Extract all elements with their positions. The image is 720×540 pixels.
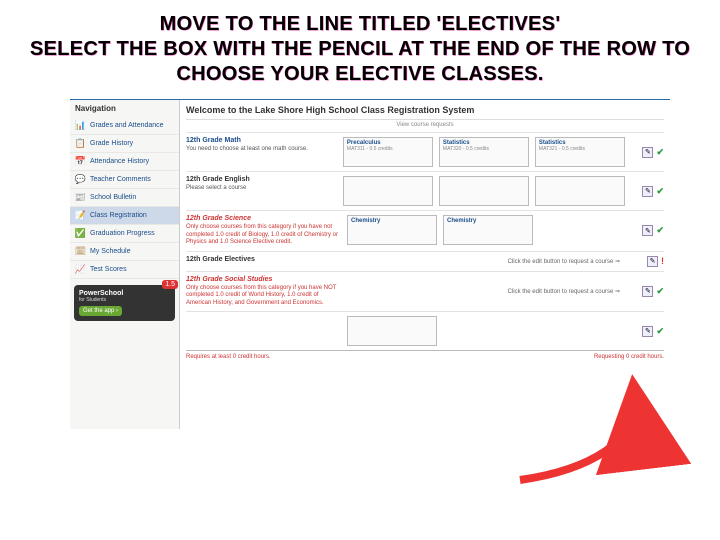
row-math: 12th Grade MathYou need to choose at lea… <box>186 132 664 171</box>
app-promo[interactable]: 1.5 PowerSchool for Students Get the app… <box>74 285 175 321</box>
nav-title: Navigation <box>70 100 179 117</box>
row-title: 12th Grade Math <box>186 137 337 144</box>
promo-sub: for Students <box>79 297 170 303</box>
status-check-icon: ✔ <box>656 225 664 236</box>
edit-button[interactable]: ✎ <box>642 186 653 197</box>
course-slot: PrecalculusMAT311 - 0.5 credits <box>343 137 433 167</box>
course-slot <box>347 316 437 346</box>
sidebar-item-attendance[interactable]: 📅Attendance History <box>70 153 179 171</box>
powerschool-screenshot: Navigation 📊Grades and Attendance 📋Grade… <box>70 99 670 429</box>
sidebar-item-registration[interactable]: 📝Class Registration <box>70 207 179 225</box>
sidebar-item-comments[interactable]: 💬Teacher Comments <box>70 171 179 189</box>
status-check-icon: ✔ <box>656 326 664 337</box>
row-social-studies: 12th Grade Social StudiesOnly choose cou… <box>186 271 664 312</box>
heading-line2: SELECT THE BOX WITH THE PENCIL AT THE EN… <box>30 38 690 85</box>
heading-line1: MOVE TO THE LINE TITLED 'ELECTIVES' <box>160 13 561 35</box>
promo-get-app-button[interactable]: Get the app › <box>79 306 122 316</box>
sidebar-item-bulletin[interactable]: 📰School Bulletin <box>70 189 179 207</box>
sidebar-item-grades[interactable]: 📊Grades and Attendance <box>70 117 179 135</box>
status-check-icon: ✔ <box>656 186 664 197</box>
edit-button[interactable]: ✎ <box>642 326 653 337</box>
course-slot <box>535 176 625 206</box>
course-slot <box>343 176 433 206</box>
edit-button[interactable]: ✎ <box>642 147 653 158</box>
sidebar: Navigation 📊Grades and Attendance 📋Grade… <box>70 100 180 429</box>
row-science: 12th Grade ScienceOnly choose courses fr… <box>186 210 664 251</box>
edit-button[interactable]: ✎ <box>642 225 653 236</box>
sidebar-item-grade-history[interactable]: 📋Grade History <box>70 135 179 153</box>
row-extra: ✎✔ <box>186 311 664 350</box>
page-title: Welcome to the Lake Shore High School Cl… <box>186 103 664 120</box>
page-subtitle: View course requests <box>186 120 664 132</box>
main-panel: Welcome to the Lake Shore High School Cl… <box>180 100 670 429</box>
edit-button[interactable]: ✎ <box>642 286 653 297</box>
course-slot: StatisticsMAT321 - 0.5 credits <box>535 137 625 167</box>
promo-badge: 1.5 <box>162 280 178 289</box>
sidebar-item-scores[interactable]: 📈Test Scores <box>70 261 179 279</box>
course-slot: Chemistry <box>347 215 437 245</box>
row-electives: 12th Grade Electives Click the edit butt… <box>186 251 664 271</box>
status-check-icon: ✔ <box>656 147 664 158</box>
sidebar-item-schedule[interactable]: 🗓My Schedule <box>70 243 179 261</box>
news-icon: 📰 <box>75 192 86 203</box>
row-english: 12th Grade EnglishPlease select a course… <box>186 171 664 210</box>
instruction-heading: MOVE TO THE LINE TITLED 'ELECTIVES' SELE… <box>0 0 720 95</box>
check-icon: ✅ <box>75 228 86 239</box>
course-slot: StatisticsMAT320 - 0.5 credits <box>439 137 529 167</box>
schedule-icon: 🗓 <box>75 246 86 257</box>
requirements-footer: Requires at least 0 credit hours. Reques… <box>186 350 664 360</box>
edit-hint: Click the edit button to request a cours… <box>347 256 624 267</box>
calendar-icon: 📅 <box>75 156 86 167</box>
graph-icon: 📈 <box>75 264 86 275</box>
status-check-icon: ✔ <box>656 286 664 297</box>
sidebar-item-graduation[interactable]: ✅Graduation Progress <box>70 225 179 243</box>
chart-icon: 📊 <box>75 120 86 131</box>
status-warn-icon: ! <box>661 256 664 266</box>
comment-icon: 💬 <box>75 174 86 185</box>
pencil-icon: 📝 <box>75 210 86 221</box>
list-icon: 📋 <box>75 138 86 149</box>
promo-brand: PowerSchool <box>79 290 170 297</box>
edit-hint: Click the edit button to request a cours… <box>347 276 624 308</box>
edit-button-electives[interactable]: ✎ <box>647 256 658 267</box>
course-slot: Chemistry <box>443 215 533 245</box>
course-slot <box>439 176 529 206</box>
